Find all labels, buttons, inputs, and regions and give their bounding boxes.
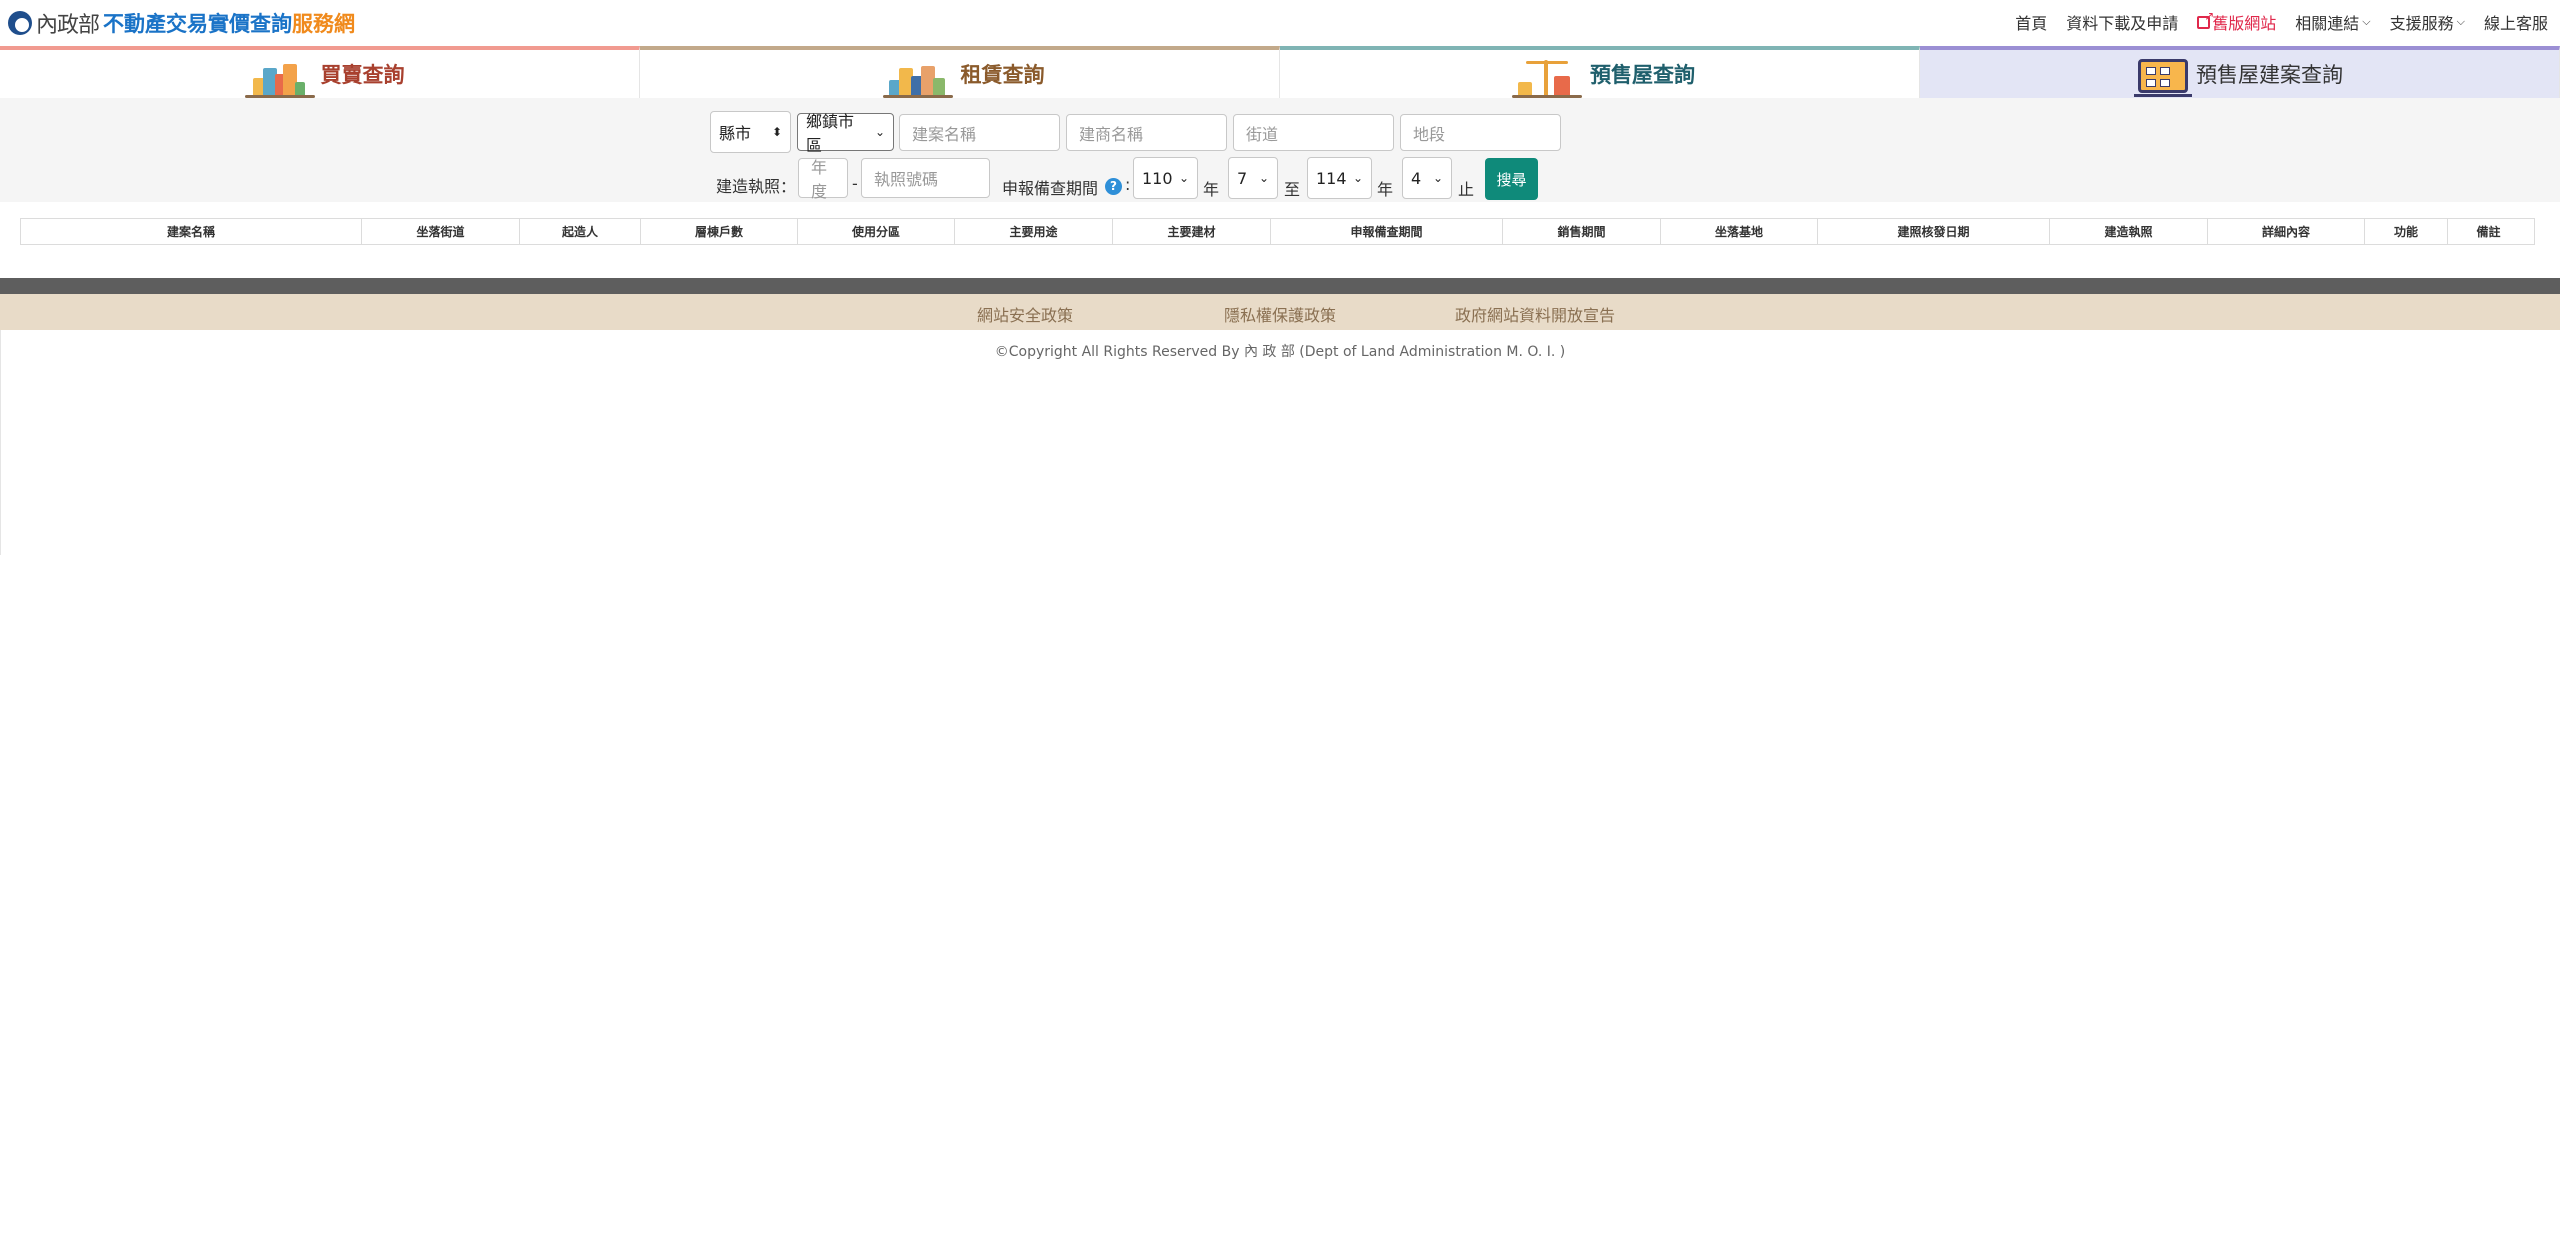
from-month-select[interactable]: 7 ⌄ [1228,157,1278,199]
left-divider [0,330,1,555]
permit-number-input[interactable]: 執照號碼 [861,158,990,198]
from-year-select[interactable]: 110 ⌄ [1133,157,1198,199]
logo-moi-text: 內政部 [36,13,100,38]
nav-data-download[interactable]: 資料下載及申請 [2066,10,2178,34]
col-main-material[interactable]: 主要建材 [1113,219,1271,244]
footer-links: 網站安全政策 隱私權保護政策 政府網站資料開放宣告 [0,294,2560,330]
to-year-select[interactable]: 114 ⌄ [1307,157,1372,199]
chevron-down-icon: ⌄ [1258,171,1269,185]
city-buildings-icon [875,58,955,98]
help-question-icon: ? [1105,178,1122,195]
district-select-value: 鄉鎮市區 [806,112,855,155]
city-buildings-icon [235,58,315,98]
nav-related-links-label: 相關連結 [2295,14,2360,33]
tab-rent-query[interactable]: 租賃查詢 [640,46,1280,98]
to-month-value: 4 [1411,168,1422,188]
land-section-input[interactable]: 地段 [1400,114,1561,151]
col-sales-period[interactable]: 銷售期間 [1503,219,1661,244]
nav-support[interactable]: 支援服務 ⌵ [2390,10,2465,34]
footer-divider [0,278,2560,294]
tab-sale-label: 買賣查詢 [320,63,405,87]
copyright-text: ©Copyright All Rights Reserved By 內 政 部 … [994,344,1566,360]
nav-old-site[interactable]: 舊版網站 [2197,9,2277,34]
year-unit-label: 年 [1377,180,1394,199]
col-report-period[interactable]: 申報備查期間 [1271,219,1503,244]
site-logo[interactable]: 內政部 不動產交易實價查詢 服務網 [8,8,355,38]
end-label: 止 [1458,180,1475,199]
col-project-name[interactable]: 建案名稱 [21,219,362,244]
top-header: 內政部 不動產交易實價查詢 服務網 首頁 資料下載及申請 舊版網站 相關連結 ⌵… [0,0,2560,46]
logo-suffix: 服務網 [292,12,356,36]
county-select[interactable]: 縣市 ⬍ [710,111,791,153]
nav-support-label: 支援服務 [2389,14,2454,33]
project-name-input[interactable]: 建案名稱 [899,114,1060,151]
tab-rent-label: 租賃查詢 [960,63,1045,87]
search-button[interactable]: 搜尋 [1485,158,1538,200]
tab-presale-project-query[interactable]: 預售屋建案查詢 [1920,46,2560,98]
help-icon-wrapper[interactable]: ? [1105,176,1122,195]
chevron-down-icon: ⌄ [1432,171,1443,185]
col-base-site[interactable]: 坐落基地 [1661,219,1818,244]
footer-open-data-declaration[interactable]: 政府網站資料開放宣告 [1455,302,1615,326]
chevron-down-icon: ⌄ [1352,171,1363,185]
col-developer[interactable]: 起造人 [520,219,641,244]
district-select[interactable]: 鄉鎮市區 ⌄ [797,112,894,155]
top-nav: 首頁 資料下載及申請 舊版網站 相關連結 ⌵ 支援服務 ⌵ 線上客服 [1996,9,2548,34]
moi-seal-icon [8,11,32,35]
logo-title: 不動產交易實價查詢 [103,12,293,36]
query-tabs: 買賣查詢 租賃查詢 預售屋查詢 預售屋建案查詢 [0,46,2560,98]
col-floors-units[interactable]: 層棟戶數 [641,219,798,244]
from-year-value: 110 [1142,168,1173,188]
tab-sale-query[interactable]: 買賣查詢 [0,46,640,98]
tab-presale-label: 預售屋查詢 [1590,63,1695,87]
permit-label: 建造執照： [716,177,797,196]
col-remarks[interactable]: 備註 [2448,219,2529,244]
to-year-value: 114 [1316,168,1347,188]
chevron-down-icon: ⌵ [2456,15,2465,28]
permit-dash: - [852,174,858,193]
chevron-down-icon: ⌄ [1178,171,1189,185]
footer-privacy-policy[interactable]: 隱私權保護政策 [1224,302,1336,326]
tab-presale-query[interactable]: 預售屋查詢 [1280,46,1920,98]
results-table-header: 建案名稱 坐落街道 起造人 層棟戶數 使用分區 主要用途 主要建材 申報備查期間… [20,218,2535,245]
external-link-icon [2197,9,2214,29]
nav-old-site-label: 舊版網站 [2212,14,2277,33]
period-label: 申報備查期間 [1002,179,1099,198]
permit-year-input[interactable]: 年度 [798,158,848,201]
county-select-value: 縣市 [719,124,752,143]
col-zoning[interactable]: 使用分區 [798,219,955,244]
updown-arrow-icon: ⬍ [771,125,782,139]
building-project-icon [2134,57,2192,97]
col-main-use[interactable]: 主要用途 [955,219,1113,244]
tab-presale-project-label: 預售屋建案查詢 [2196,63,2343,87]
construction-crane-icon [1504,58,1584,98]
to-month-select[interactable]: 4 ⌄ [1402,157,1452,199]
col-details[interactable]: 詳細內容 [2208,219,2365,244]
to-label: 至 [1284,180,1301,199]
col-permit[interactable]: 建造執照 [2050,219,2208,244]
col-street[interactable]: 坐落街道 [362,219,520,244]
chevron-down-icon: ⌵ [2362,15,2371,28]
street-input[interactable]: 街道 [1233,114,1394,151]
nav-online-service[interactable]: 線上客服 [2484,10,2548,34]
col-function[interactable]: 功能 [2365,219,2448,244]
year-unit-label: 年 [1203,180,1220,199]
builder-name-input[interactable]: 建商名稱 [1066,114,1227,151]
footer-security-policy[interactable]: 網站安全政策 [977,302,1073,326]
col-permit-date[interactable]: 建照核發日期 [1818,219,2050,244]
nav-home[interactable]: 首頁 [2015,10,2047,34]
from-month-value: 7 [1237,168,1248,188]
period-colon: : [1125,175,1131,194]
nav-related-links[interactable]: 相關連結 ⌵ [2295,10,2370,34]
chevron-down-icon: ⌄ [874,125,885,139]
